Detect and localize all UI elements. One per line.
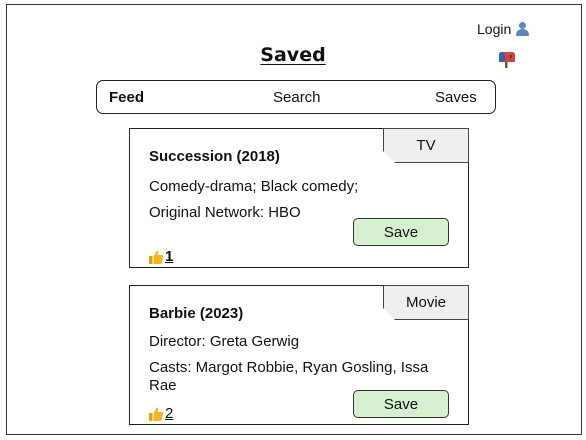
card-title: Succession (2018) xyxy=(149,148,280,165)
login-label: Login xyxy=(477,21,512,37)
category-tag: TV xyxy=(383,128,469,163)
like-count: 1 xyxy=(165,248,174,265)
card-genre: Comedy-drama; Black comedy; xyxy=(149,178,359,195)
nav-bar: Feed Search Saves xyxy=(96,80,496,114)
thumbs-up-icon xyxy=(149,407,164,421)
thumbs-up-icon xyxy=(149,250,164,264)
save-button[interactable]: Save xyxy=(353,390,449,418)
person-icon xyxy=(515,22,530,36)
category-tag: Movie xyxy=(383,285,469,320)
saved-card: TV Succession (2018) Comedy-drama; Black… xyxy=(129,128,469,268)
nav-saves[interactable]: Saves xyxy=(435,89,477,106)
nav-feed[interactable]: Feed xyxy=(109,89,144,106)
page-title: Saved xyxy=(260,44,326,66)
card-director: Director: Greta Gerwig xyxy=(149,333,300,350)
like-counter[interactable]: 2 xyxy=(148,405,173,422)
save-button[interactable]: Save xyxy=(353,218,449,246)
saved-card: Movie Barbie (2023) Director: Greta Gerw… xyxy=(129,285,469,425)
like-counter[interactable]: 1 xyxy=(148,248,173,265)
like-count: 2 xyxy=(165,405,174,422)
login-link[interactable]: Login xyxy=(477,21,530,37)
nav-search[interactable]: Search xyxy=(273,89,321,106)
card-network: Original Network: HBO xyxy=(149,204,301,221)
card-title: Barbie (2023) xyxy=(149,305,244,322)
